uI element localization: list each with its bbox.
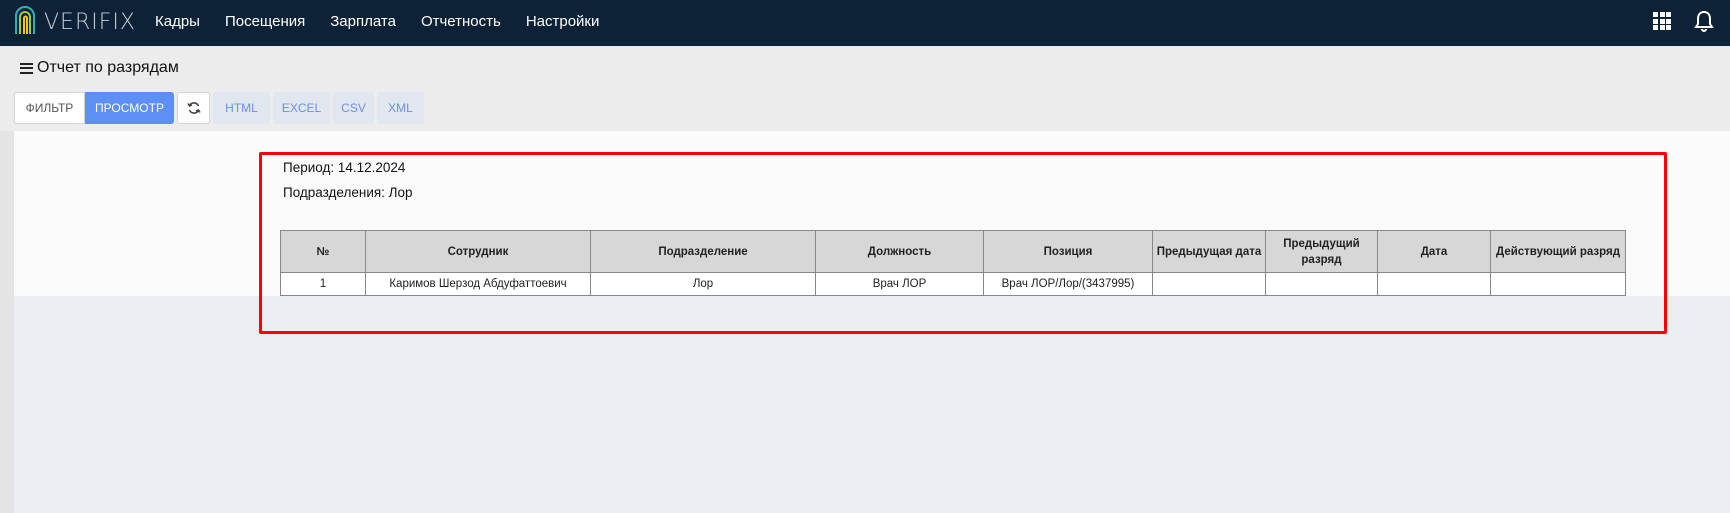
- column-header-date: Дата: [1377, 230, 1491, 273]
- menu-icon[interactable]: [20, 62, 33, 74]
- report-toolbar: ФИЛЬТР ПРОСМОТР HTML EXCEL CSV XML: [14, 92, 424, 124]
- view-button[interactable]: ПРОСМОТР: [85, 92, 174, 124]
- empty-area: [14, 296, 1730, 513]
- cell-current-grade: [1490, 272, 1626, 296]
- top-navbar: VERIFIX Кадры Посещения Зарплата Отчетно…: [0, 0, 1730, 46]
- export-xml-button[interactable]: XML: [377, 92, 424, 124]
- report-period: Период: 14.12.2024: [283, 160, 406, 175]
- page-title: Отчет по разрядам: [20, 59, 179, 77]
- cell-department: Лор: [590, 272, 816, 296]
- cell-date: [1377, 272, 1491, 296]
- cell-position: Врач ЛОР/Лор/(3437995): [983, 272, 1153, 296]
- export-csv-button[interactable]: CSV: [333, 92, 374, 124]
- nav-item-attendance[interactable]: Посещения: [225, 13, 305, 30]
- fingerprint-logo-icon: [15, 6, 35, 34]
- column-header-previous-grade: Предыдущий разряд: [1265, 230, 1378, 273]
- cell-job: Врач ЛОР: [815, 272, 984, 296]
- left-strip: [0, 131, 14, 513]
- report-table: № Сотрудник Подразделение Должность Пози…: [280, 230, 1626, 296]
- column-header-current-grade: Действующий разряд: [1490, 230, 1626, 273]
- main-nav: Кадры Посещения Зарплата Отчетность Наст…: [155, 0, 624, 42]
- logo-text: VERIFIX: [44, 9, 136, 35]
- column-header-job: Должность: [815, 230, 984, 273]
- cell-previous-grade: [1265, 272, 1378, 296]
- column-header-employee: Сотрудник: [365, 230, 591, 273]
- apps-grid-icon[interactable]: [1653, 12, 1671, 30]
- column-header-number: №: [280, 230, 366, 273]
- filter-button[interactable]: ФИЛЬТР: [14, 92, 85, 124]
- refresh-icon: [186, 102, 201, 114]
- export-html-button[interactable]: HTML: [213, 92, 270, 124]
- column-header-position: Позиция: [983, 230, 1153, 273]
- cell-employee: Каримов Шерзод Абдуфаттоевич: [365, 272, 591, 296]
- nav-item-settings[interactable]: Настройки: [526, 13, 600, 30]
- logo[interactable]: VERIFIX: [12, 4, 136, 40]
- report-departments: Подразделения: Лор: [283, 185, 413, 200]
- refresh-button[interactable]: [177, 92, 210, 124]
- table-header-row: № Сотрудник Подразделение Должность Пози…: [280, 230, 1626, 273]
- cell-previous-date: [1152, 272, 1266, 296]
- nav-item-reports[interactable]: Отчетность: [421, 13, 501, 30]
- nav-item-staff[interactable]: Кадры: [155, 13, 200, 30]
- bell-icon[interactable]: [1694, 10, 1714, 32]
- nav-item-salary[interactable]: Зарплата: [330, 13, 396, 30]
- column-header-previous-date: Предыдущая дата: [1152, 230, 1266, 273]
- cell-number: 1: [280, 272, 366, 296]
- page-title-text: Отчет по разрядам: [37, 59, 179, 76]
- export-excel-button[interactable]: EXCEL: [273, 92, 330, 124]
- table-row: 1 Каримов Шерзод Абдуфаттоевич Лор Врач …: [280, 272, 1626, 296]
- column-header-department: Подразделение: [590, 230, 816, 273]
